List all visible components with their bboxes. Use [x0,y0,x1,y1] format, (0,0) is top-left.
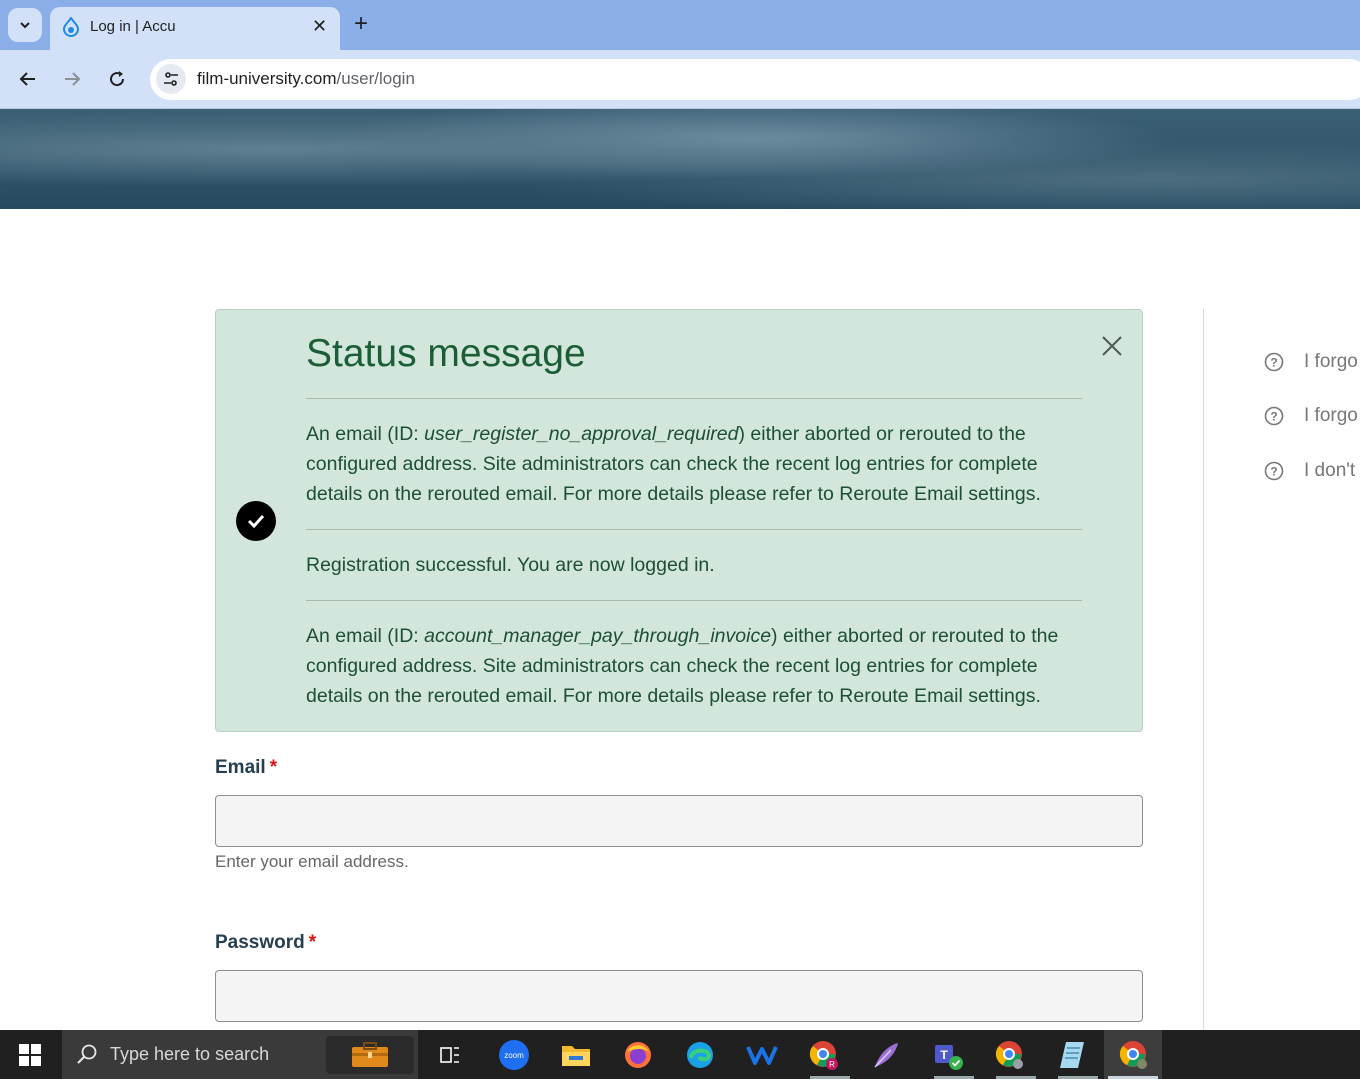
svg-text:?: ? [1270,410,1277,424]
help-circle-icon: ? [1264,352,1284,372]
chrome-profile-icon[interactable]: R [806,1037,842,1073]
required-marker: * [308,932,317,953]
firefox-icon[interactable] [620,1037,656,1073]
url-text: film-university.com/user/login [197,69,415,89]
chevron-down-icon [20,22,30,29]
password-input[interactable] [215,970,1143,1022]
email-help-text: Enter your email address. [215,852,409,871]
search-placeholder: Type here to search [110,1044,270,1064]
reload-button[interactable] [102,64,132,94]
svg-text:?: ? [1270,356,1277,370]
url-host: film-university.com [197,69,337,88]
notepad-icon[interactable] [1054,1037,1090,1073]
briefcase-icon[interactable] [326,1036,414,1074]
close-icon[interactable] [1100,334,1124,358]
status-message: Status message An email (ID: user_regist… [215,309,1143,732]
svg-text:zoom: zoom [504,1051,524,1060]
task-view-icon[interactable] [432,1037,468,1073]
help-circle-icon: ? [1264,406,1284,426]
status-message-item: Registration successful. You are now log… [306,554,715,576]
sidebar-link-label: I forgo [1304,405,1358,426]
close-tab-icon[interactable]: ✕ [312,16,327,37]
file-explorer-icon[interactable] [558,1037,594,1073]
password-label: Password * [215,932,316,954]
message-prefix: An email (ID: [306,625,425,647]
email-id: user_register_no_approval_required [424,423,739,445]
svg-text:T: T [940,1048,948,1062]
browser-tab[interactable]: Log in | Accu ✕ [50,7,340,50]
password-label-text: Password [215,932,305,953]
forward-button[interactable] [57,64,87,94]
back-button[interactable] [13,64,43,94]
email-input[interactable] [215,795,1143,847]
chrome-icon[interactable] [992,1037,1028,1073]
url-path: /user/login [336,69,415,88]
windows-taskbar: Type here to search zoom R T [0,1030,1360,1079]
windows-logo-icon [19,1043,41,1066]
address-bar[interactable]: film-university.com/user/login [150,59,1360,100]
required-marker: * [269,757,278,778]
site-info-button[interactable] [156,64,186,94]
sidebar-link-label: I forgo [1304,351,1358,372]
tune-icon [164,72,178,86]
zoom-icon[interactable]: zoom [496,1037,532,1073]
divider [306,529,1082,530]
divider [306,600,1082,601]
new-tab-button[interactable]: + [354,12,368,36]
sidebar-link-label: I don't [1304,460,1356,481]
search-icon [77,1044,97,1064]
tab-search-button[interactable] [8,8,42,42]
reload-icon [110,71,125,87]
email-label: Email * [215,757,277,779]
header-banner-image [0,109,1360,209]
teams-icon[interactable]: T [930,1037,966,1073]
browser-toolbar: film-university.com/user/login [0,50,1360,109]
email-label-text: Email [215,757,266,778]
sidebar-divider [1203,309,1204,1031]
svg-text:R: R [829,1060,835,1069]
svg-text:?: ? [1270,465,1277,479]
help-circle-icon: ? [1264,461,1284,481]
chrome-active-icon[interactable] [1116,1037,1152,1073]
status-title: Status message [306,332,586,375]
w-app-icon[interactable] [744,1037,780,1073]
arrow-right-icon [65,72,81,86]
start-button[interactable] [0,1030,60,1079]
message-prefix: An email (ID: [306,423,425,445]
status-message-item: An email (ID: user_register_no_approval_… [306,419,1096,509]
taskbar-search[interactable]: Type here to search [62,1030,418,1079]
status-message-item: An email (ID: account_manager_pay_throug… [306,621,1096,711]
email-id: account_manager_pay_through_invoice [424,625,772,647]
divider [306,398,1082,399]
tab-title: Log in | Accu [90,18,176,35]
arrow-left-icon [19,72,35,86]
edge-icon[interactable] [682,1037,718,1073]
checkmark-icon [236,501,276,541]
browser-tab-bar: Log in | Accu ✕ + [0,0,1360,50]
feather-icon[interactable] [868,1037,904,1073]
drupal-drop-icon [62,17,80,37]
